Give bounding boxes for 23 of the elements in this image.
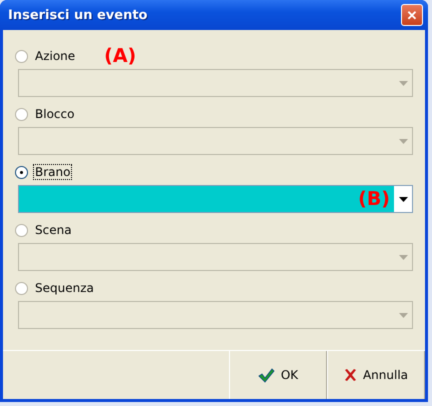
radio-button[interactable] (15, 166, 28, 178)
caret-icon (398, 196, 408, 202)
option-label: Brano (34, 165, 72, 179)
caret-icon (398, 254, 408, 260)
radio-button[interactable] (15, 224, 28, 236)
option-label: Azione (34, 49, 76, 63)
caret-icon (398, 312, 408, 318)
close-button[interactable]: ✕ (401, 4, 423, 26)
caret-icon (398, 138, 408, 144)
annotation-label: (A) (104, 45, 136, 67)
option-label: Scena (34, 223, 73, 237)
option-label: Blocco (34, 107, 76, 121)
radio-button[interactable] (15, 108, 28, 120)
checkmark-icon (258, 368, 275, 382)
caret-icon (398, 80, 408, 86)
radio-button[interactable] (15, 282, 28, 294)
window-title: Inserisci un evento (8, 8, 148, 22)
close-icon (344, 368, 357, 382)
option-label: Sequenza (34, 281, 95, 295)
radio-button[interactable] (15, 50, 28, 62)
annotation-label: (B) (358, 188, 390, 210)
cancel-button[interactable]: Annulla (327, 351, 425, 399)
ok-button[interactable]: OK (229, 351, 327, 399)
